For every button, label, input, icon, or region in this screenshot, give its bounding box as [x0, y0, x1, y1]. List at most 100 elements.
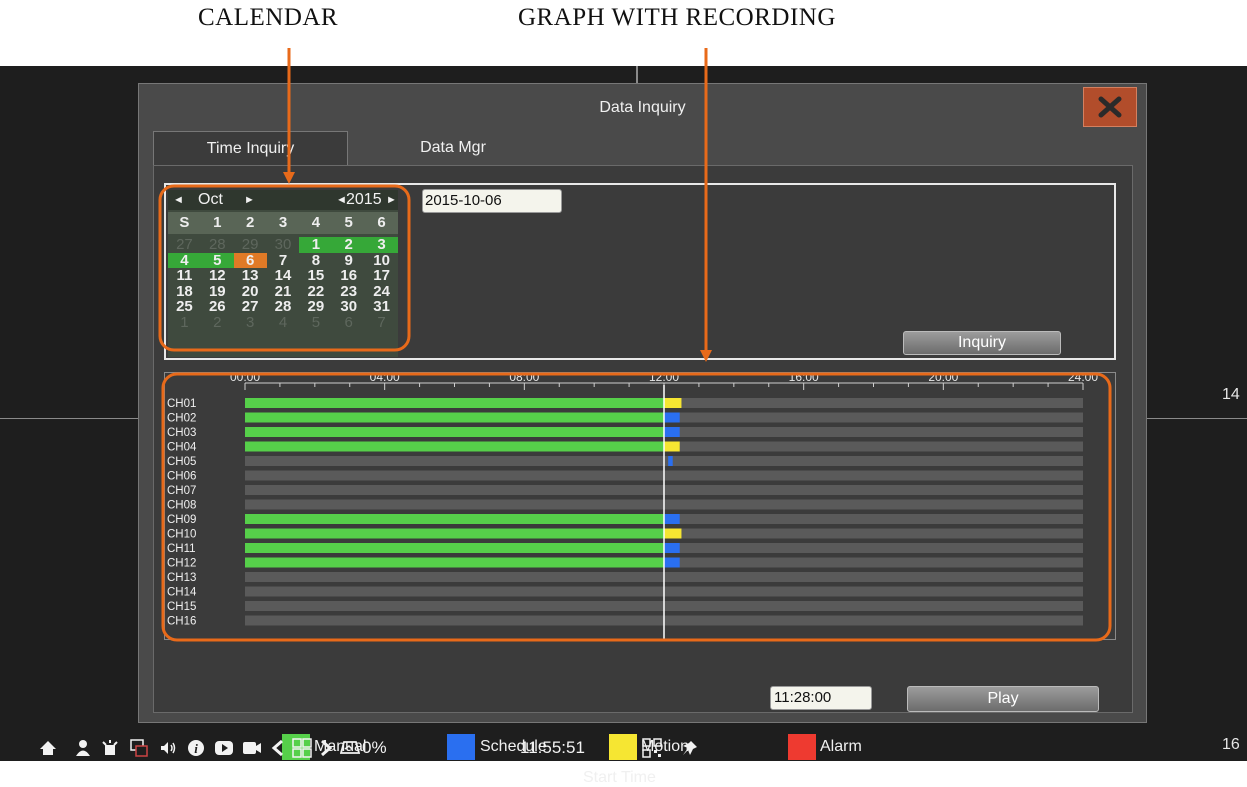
- calendar-day[interactable]: 9: [332, 253, 365, 269]
- calendar-weekday: 3: [278, 214, 288, 231]
- calendar: ◄ Oct ► ◄ 2015 ► S 1 2 3 4 5 6 27 28 29 30 1 2 3 4 5 6 7 8…: [168, 190, 399, 357]
- chevron-right-icon[interactable]: [316, 734, 336, 761]
- calendar-day[interactable]: 3: [365, 237, 399, 253]
- graph-annotation-label: GRAPH WITH RECORDING: [518, 4, 836, 31]
- recording-segment-manual[interactable]: [245, 398, 664, 408]
- calendar-day[interactable]: 14: [267, 268, 300, 284]
- calendar-day[interactable]: 18: [168, 284, 201, 300]
- calendar-day[interactable]: 25: [168, 299, 201, 315]
- recording-timeline[interactable]: 00:00 04:00 08:00 12:00 16:00 20:00 24:00 CH01 C…: [165, 373, 1115, 639]
- calendar-day[interactable]: 28: [267, 299, 300, 315]
- calendar-day[interactable]: 24: [365, 284, 398, 300]
- calendar-day[interactable]: 27: [234, 299, 267, 315]
- grid-layout-icon[interactable]: [290, 734, 314, 761]
- timeline-hour-label: 12:00: [649, 373, 679, 384]
- recording-segment-motion[interactable]: [664, 441, 680, 452]
- calendar-day[interactable]: 28: [201, 237, 234, 253]
- start-time-label: Start Time: [583, 769, 656, 786]
- pin-icon[interactable]: [678, 734, 702, 761]
- recording-segment-manual[interactable]: [245, 412, 664, 423]
- calendar-week-row: 4 5 6 7 8 9 10: [168, 252, 398, 269]
- recording-segment-manual[interactable]: [245, 557, 664, 568]
- calendar-annotation-label: CALENDAR: [198, 4, 339, 31]
- calendar-day[interactable]: 1: [168, 315, 201, 331]
- channel-label: CH07: [167, 485, 196, 497]
- calendar-day[interactable]: 22: [299, 284, 332, 300]
- volume-icon[interactable]: [156, 734, 180, 761]
- calendar-day[interactable]: 29: [299, 299, 332, 315]
- calendar-day[interactable]: 27: [168, 237, 201, 253]
- close-button[interactable]: [1083, 87, 1137, 127]
- timeline-hour-label: 00:00: [230, 373, 260, 384]
- calendar-day[interactable]: 6: [332, 315, 365, 331]
- calendar-day[interactable]: 8: [299, 253, 332, 269]
- calendar-day[interactable]: 15: [299, 268, 332, 284]
- recording-segment-schedule[interactable]: [668, 456, 673, 466]
- info-icon[interactable]: i: [184, 734, 208, 761]
- recording-segment-schedule[interactable]: [664, 427, 680, 437]
- recording-segment-schedule[interactable]: [664, 557, 680, 568]
- calendar-day[interactable]: 1: [299, 237, 333, 253]
- qr-code-icon[interactable]: [640, 734, 664, 761]
- recording-segment-manual[interactable]: [245, 427, 664, 437]
- channel-label: CH06: [167, 471, 196, 483]
- channel-label: CH01: [167, 398, 196, 410]
- recording-segment-motion[interactable]: [664, 398, 682, 408]
- calendar-day[interactable]: 29: [234, 237, 267, 253]
- recording-segment-manual[interactable]: [245, 514, 664, 524]
- calendar-day[interactable]: 31: [365, 299, 398, 315]
- start-time-field[interactable]: 11:28:00: [770, 686, 872, 710]
- recording-segment-schedule[interactable]: [664, 514, 680, 524]
- calendar-day[interactable]: 7: [365, 315, 398, 331]
- calendar-day[interactable]: 4: [168, 252, 201, 268]
- calendar-day[interactable]: 11: [168, 268, 201, 284]
- recording-segment-manual[interactable]: [245, 528, 664, 539]
- disk-icon[interactable]: [338, 734, 362, 761]
- calendar-day[interactable]: 30: [332, 299, 365, 315]
- calendar-day[interactable]: 23: [332, 284, 365, 300]
- next-year-icon[interactable]: ►: [386, 194, 397, 206]
- calendar-day[interactable]: 13: [234, 268, 267, 284]
- tab-data-mgr[interactable]: Data Mgr: [353, 131, 553, 165]
- channel-label: CH14: [167, 587, 197, 599]
- recording-segment-manual[interactable]: [245, 441, 664, 452]
- calendar-day[interactable]: 3: [234, 315, 267, 331]
- calendar-day[interactable]: 5: [200, 252, 234, 268]
- alarm-icon[interactable]: [98, 734, 122, 761]
- network-icon[interactable]: [127, 734, 151, 761]
- next-month-icon[interactable]: ►: [244, 194, 255, 206]
- calendar-day[interactable]: 17: [365, 268, 398, 284]
- calendar-day[interactable]: 7: [267, 253, 300, 269]
- calendar-month: Oct: [198, 191, 223, 208]
- calendar-day[interactable]: 26: [201, 299, 234, 315]
- recording-segment-schedule[interactable]: [664, 412, 680, 423]
- calendar-day[interactable]: 4: [267, 315, 300, 331]
- calendar-day[interactable]: 20: [234, 284, 267, 300]
- tab-time-inquiry[interactable]: Time Inquiry: [153, 131, 348, 165]
- playback-icon[interactable]: [212, 734, 236, 761]
- user-icon[interactable]: [71, 734, 95, 761]
- record-icon[interactable]: [240, 734, 264, 761]
- calendar-day[interactable]: 21: [267, 284, 300, 300]
- close-icon: [1098, 96, 1122, 118]
- home-icon[interactable]: [36, 734, 60, 761]
- recording-segment-manual[interactable]: [245, 543, 664, 553]
- prev-month-icon[interactable]: ◄: [173, 194, 184, 206]
- recording-segment-motion[interactable]: [664, 528, 682, 539]
- play-button[interactable]: Play: [907, 686, 1099, 712]
- calendar-day[interactable]: 16: [332, 268, 365, 284]
- chevron-left-icon[interactable]: [268, 734, 288, 761]
- calendar-day[interactable]: 2: [332, 237, 366, 253]
- calendar-day-selected[interactable]: 6: [233, 252, 267, 268]
- calendar-day[interactable]: 30: [267, 237, 300, 253]
- inquiry-button[interactable]: Inquiry: [903, 331, 1061, 355]
- calendar-day[interactable]: 12: [201, 268, 234, 284]
- calendar-day[interactable]: 19: [201, 284, 234, 300]
- recording-segment-schedule[interactable]: [664, 543, 680, 553]
- date-field[interactable]: 2015-10-06: [422, 189, 562, 213]
- timeline-hour-label: 20:00: [928, 373, 958, 384]
- calendar-week-row: 27 28 29 30 1 2 3: [168, 237, 399, 253]
- calendar-day[interactable]: 5: [299, 315, 332, 331]
- calendar-day[interactable]: 10: [365, 253, 398, 269]
- calendar-day[interactable]: 2: [201, 315, 234, 331]
